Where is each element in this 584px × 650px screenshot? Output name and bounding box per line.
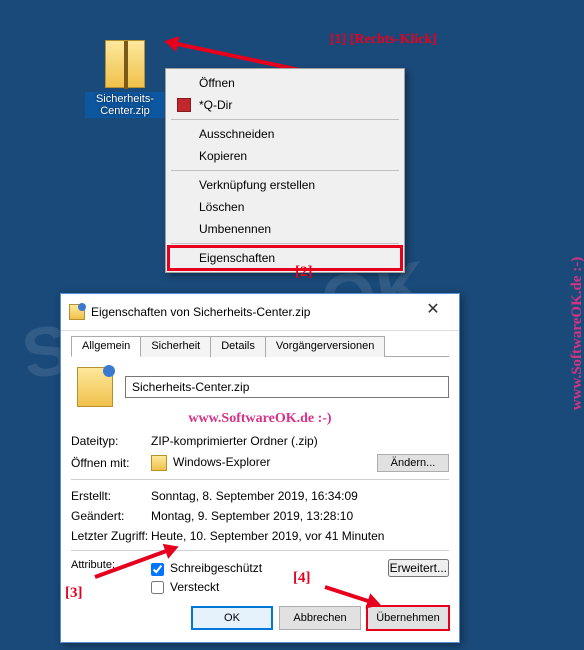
label-accessed: Letzter Zugriff: <box>71 529 151 543</box>
qdir-icon <box>177 98 191 112</box>
ctx-open[interactable]: Öffnen <box>169 72 401 94</box>
hidden-label: Versteckt <box>170 580 219 594</box>
advanced-button[interactable]: Erweitert... <box>388 559 449 577</box>
annotation-step3: [3] <box>65 585 83 602</box>
ctx-qdir[interactable]: *Q-Dir <box>169 94 401 116</box>
zip-file-icon <box>69 304 85 320</box>
desktop-file-label: Sicherheits-Center.zip <box>85 92 165 118</box>
separator <box>171 170 399 171</box>
hidden-checkbox[interactable] <box>151 581 164 594</box>
ctx-rename[interactable]: Umbenennen <box>169 218 401 240</box>
zip-file-icon <box>77 367 113 407</box>
dialog-title: Eigenschaften von Sicherheits-Center.zip <box>91 305 413 319</box>
label-modified: Geändert: <box>71 509 151 523</box>
filename-input[interactable] <box>125 376 449 398</box>
ctx-qdir-label: *Q-Dir <box>199 98 232 112</box>
value-created: Sonntag, 8. September 2019, 16:34:09 <box>151 489 449 503</box>
label-type: Dateityp: <box>71 434 151 448</box>
ctx-cut[interactable]: Ausschneiden <box>169 123 401 145</box>
side-watermark: www.SoftwareOK.de :-) <box>569 257 584 410</box>
annotation-step1: [1] [Rechts-Klick] <box>330 32 437 48</box>
separator <box>71 479 449 480</box>
separator <box>171 119 399 120</box>
inline-watermark: www.SoftwareOK.de :-) <box>71 411 449 427</box>
readonly-checkbox[interactable] <box>151 563 164 576</box>
value-type: ZIP-komprimierter Ordner (.zip) <box>151 434 449 448</box>
tab-details[interactable]: Details <box>210 336 266 357</box>
explorer-icon <box>151 455 167 471</box>
ctx-copy[interactable]: Kopieren <box>169 145 401 167</box>
ok-button[interactable]: OK <box>191 606 273 630</box>
properties-dialog: Eigenschaften von Sicherheits-Center.zip… <box>60 293 460 643</box>
readonly-label: Schreibgeschützt <box>170 561 262 575</box>
tabstrip: Allgemein Sicherheit Details Vorgängerve… <box>71 335 449 357</box>
separator <box>71 550 449 551</box>
close-button[interactable]: ✕ <box>413 300 453 324</box>
label-created: Erstellt: <box>71 489 151 503</box>
tab-security[interactable]: Sicherheit <box>140 336 211 357</box>
change-button[interactable]: Ändern... <box>377 454 449 472</box>
ctx-shortcut[interactable]: Verknüpfung erstellen <box>169 174 401 196</box>
annotation-step4: [4] <box>293 570 311 587</box>
value-modified: Montag, 9. September 2019, 13:28:10 <box>151 509 449 523</box>
tab-previous-versions[interactable]: Vorgängerversionen <box>265 336 385 357</box>
value-openwith: Windows-Explorer <box>151 455 377 471</box>
cancel-button[interactable]: Abbrechen <box>279 606 361 630</box>
checkbox-row-readonly[interactable]: Schreibgeschützt <box>151 559 388 578</box>
ctx-delete[interactable]: Löschen <box>169 196 401 218</box>
value-accessed: Heute, 10. September 2019, vor 41 Minute… <box>151 529 449 543</box>
annotation-step2: [2] <box>295 264 313 281</box>
tab-general[interactable]: Allgemein <box>71 336 141 357</box>
zip-file-icon <box>105 40 145 88</box>
label-openwith: Öffnen mit: <box>71 456 151 470</box>
value-openwith-text: Windows-Explorer <box>173 455 270 469</box>
context-menu: Öffnen *Q-Dir Ausschneiden Kopieren Verk… <box>165 68 405 273</box>
ctx-properties[interactable]: Eigenschaften <box>169 247 401 269</box>
desktop-file-icon[interactable]: Sicherheits-Center.zip <box>85 40 165 118</box>
dialog-titlebar[interactable]: Eigenschaften von Sicherheits-Center.zip… <box>61 294 459 331</box>
separator <box>171 243 399 244</box>
